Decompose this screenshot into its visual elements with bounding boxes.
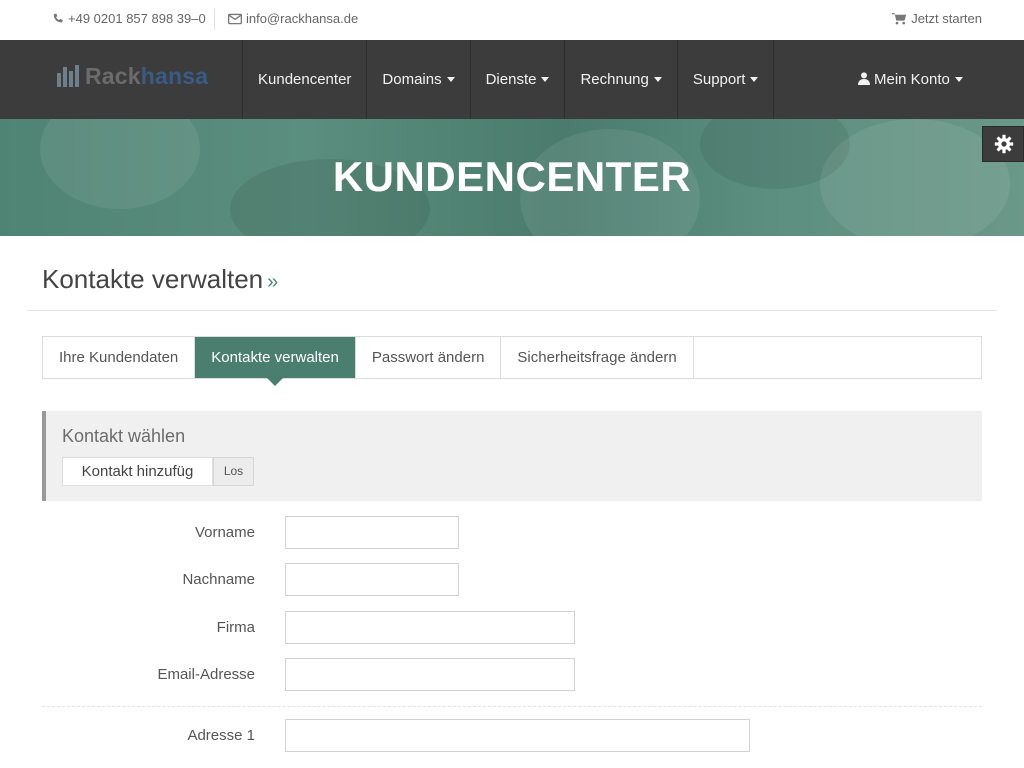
- tab-sicherheitsfrage-aendern[interactable]: Sicherheitsfrage ändern: [501, 337, 694, 378]
- caret-down-icon: [446, 77, 455, 82]
- nav-menu: Kundencenter Domains Dienste Rechnung Su…: [242, 40, 775, 119]
- logo-bars-icon: [57, 65, 79, 87]
- top-bar: +49 0201 857 898 39–0 info@rackhansa.de …: [0, 0, 1024, 40]
- nav-item-support[interactable]: Support: [676, 40, 775, 119]
- user-icon: [858, 72, 870, 85]
- form-row-last-name: Nachname: [42, 563, 982, 597]
- email-label: Email-Adresse: [157, 666, 255, 683]
- envelope-icon: [228, 13, 242, 25]
- contact-select[interactable]: Kontakt hinzufüg: [62, 457, 213, 486]
- logo-text: Rackhansa: [85, 63, 209, 89]
- company-field[interactable]: [285, 611, 575, 644]
- email-address: info@rackhansa.de: [246, 11, 359, 26]
- caret-down-icon: [750, 77, 759, 82]
- go-button[interactable]: Los: [213, 457, 254, 486]
- caret-down-icon: [541, 77, 550, 82]
- cart-icon: [892, 13, 907, 25]
- form-row-first-name: Vorname: [42, 516, 982, 550]
- cart-link[interactable]: Jetzt starten: [892, 0, 982, 40]
- first-name-label: Vorname: [194, 524, 255, 541]
- address1-field[interactable]: [285, 719, 750, 752]
- cart-label: Jetzt starten: [911, 11, 982, 26]
- panel-title: Kontakt wählen: [62, 426, 186, 446]
- last-name-field[interactable]: [285, 563, 459, 596]
- form-row-company: Firma: [42, 611, 982, 645]
- nav-item-dienste[interactable]: Dienste: [469, 40, 565, 119]
- account-tabs: Ihre Kundendaten Kontakte verwalten Pass…: [42, 336, 982, 386]
- account-menu[interactable]: Mein Konto: [858, 40, 963, 119]
- gear-icon: [994, 134, 1014, 154]
- phone-contact[interactable]: +49 0201 857 898 39–0: [52, 0, 206, 40]
- company-label: Firma: [216, 619, 255, 636]
- form-row-address1: Adresse 1: [42, 719, 982, 753]
- tab-kontakte-verwalten[interactable]: Kontakte verwalten: [195, 337, 356, 386]
- form-divider: [42, 706, 982, 707]
- first-name-field[interactable]: [285, 516, 459, 549]
- raquo-icon: »: [267, 271, 279, 293]
- nav-item-kundencenter[interactable]: Kundencenter: [242, 40, 366, 119]
- form-row-email: Email-Adresse: [42, 658, 982, 692]
- last-name-label: Nachname: [182, 571, 255, 588]
- address1-label: Adresse 1: [187, 727, 255, 744]
- email-contact[interactable]: info@rackhansa.de: [228, 0, 358, 40]
- caret-down-icon: [954, 77, 963, 82]
- hero-banner: KUNDENCENTER: [0, 119, 1024, 236]
- phone-icon: [53, 13, 63, 23]
- tab-ihre-kundendaten[interactable]: Ihre Kundendaten: [43, 337, 196, 378]
- tab-passwort-aendern[interactable]: Passwort ändern: [356, 337, 502, 378]
- settings-button[interactable]: [982, 126, 1024, 162]
- phone-number: +49 0201 857 898 39–0: [68, 11, 206, 26]
- contact-select-panel: Kontakt wählen Kontakt hinzufüg Los: [42, 411, 982, 501]
- page-title: Kontakte verwalten»: [42, 264, 279, 294]
- main-navbar: Rackhansa Kundencenter Domains Dienste R…: [0, 40, 1024, 119]
- title-divider: [27, 310, 997, 311]
- nav-item-domains[interactable]: Domains: [366, 40, 469, 119]
- nav-item-rechnung[interactable]: Rechnung: [564, 40, 676, 119]
- caret-down-icon: [653, 77, 662, 82]
- topbar-divider: [214, 9, 215, 30]
- email-field[interactable]: [285, 658, 575, 691]
- banner-title: KUNDENCENTER: [332, 153, 692, 200]
